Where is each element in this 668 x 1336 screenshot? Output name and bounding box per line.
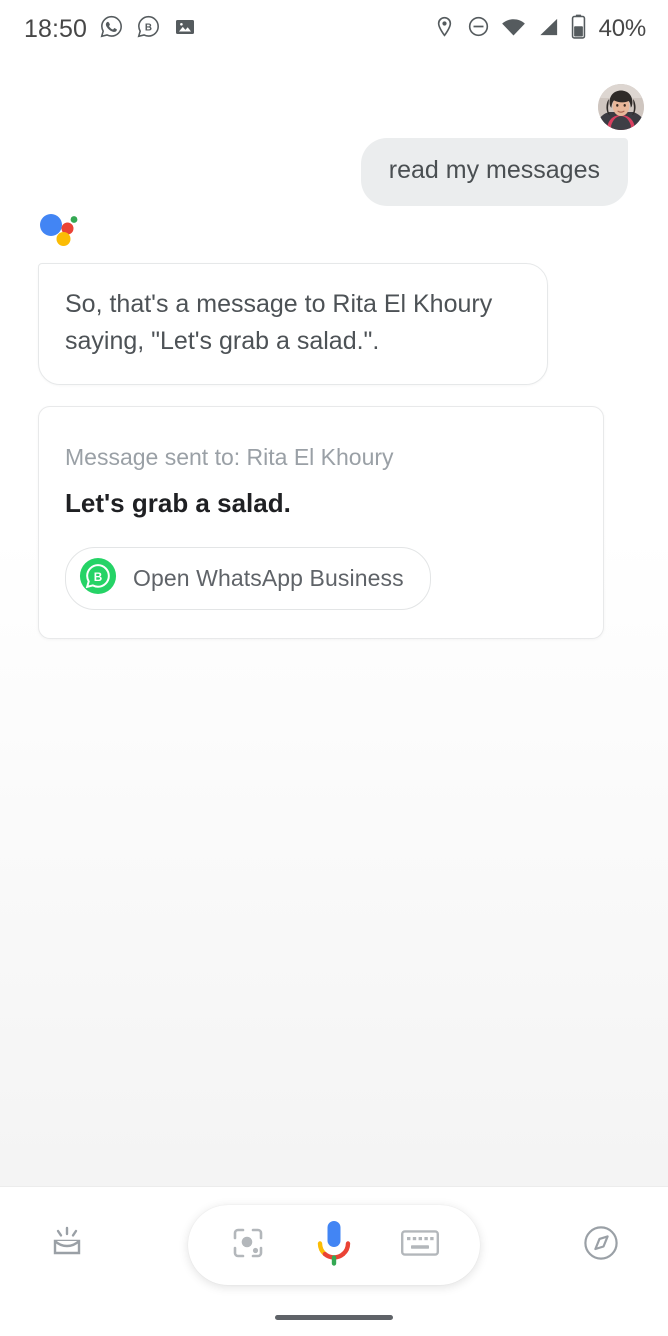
user-message-row: read my messages	[68, 138, 628, 206]
photo-icon	[173, 15, 197, 44]
whatsapp-business-icon: B	[79, 557, 117, 600]
message-result-card: Message sent to: Rita El Khoury Let's gr…	[38, 406, 604, 639]
open-whatsapp-business-button[interactable]: B Open WhatsApp Business	[65, 546, 431, 610]
status-time: 18:50	[24, 14, 88, 43]
keyboard-button[interactable]	[394, 1219, 446, 1271]
svg-text:B: B	[145, 23, 152, 34]
assistant-message-bubble: So, that's a message to Rita El Khoury s…	[38, 263, 548, 385]
cellular-signal-icon	[537, 16, 560, 43]
snapshot-button[interactable]	[38, 1216, 96, 1274]
wifi-icon	[501, 16, 526, 43]
battery-percent-label: 40%	[598, 15, 647, 42]
bottom-bar-icons	[0, 1187, 668, 1303]
whatsapp-business-icon: B	[136, 14, 161, 44]
battery-icon	[571, 14, 586, 44]
explore-compass-icon	[580, 1222, 622, 1269]
status-bar-right: 40%	[433, 14, 646, 44]
user-message-bubble: read my messages	[360, 138, 628, 206]
open-app-label: Open WhatsApp Business	[133, 564, 404, 591]
google-assistant-logo	[38, 213, 82, 247]
bottom-bar	[0, 1186, 668, 1336]
status-bar: 18:50 B 40%	[0, 0, 668, 58]
whatsapp-icon	[99, 14, 124, 44]
keyboard-icon	[400, 1227, 440, 1264]
assistant-screen: 18:50 B 40% read my messages So, that's …	[0, 0, 668, 1336]
svg-text:B: B	[94, 571, 103, 584]
google-lens-icon	[228, 1223, 268, 1268]
assistant-message-text: So, that's a message to Rita El Khoury s…	[65, 290, 493, 355]
google-lens-button[interactable]	[222, 1219, 274, 1271]
gesture-navigation-bar[interactable]	[275, 1315, 393, 1320]
conversation-area: read my messages So, that's a message to…	[0, 58, 668, 1186]
status-bar-left: 18:50 B	[24, 14, 197, 44]
do-not-disturb-icon	[467, 15, 490, 43]
assistant-input-pill	[188, 1205, 480, 1285]
card-recipient-label: Message sent to: Rita El Khoury	[65, 444, 394, 470]
google-mic-icon	[312, 1217, 356, 1274]
explore-button[interactable]	[572, 1216, 630, 1274]
location-icon	[433, 15, 456, 43]
snapshot-icon	[46, 1222, 88, 1269]
card-message-text: Let's grab a salad.	[65, 487, 291, 518]
avatar[interactable]	[598, 84, 644, 130]
microphone-button[interactable]	[308, 1219, 360, 1271]
